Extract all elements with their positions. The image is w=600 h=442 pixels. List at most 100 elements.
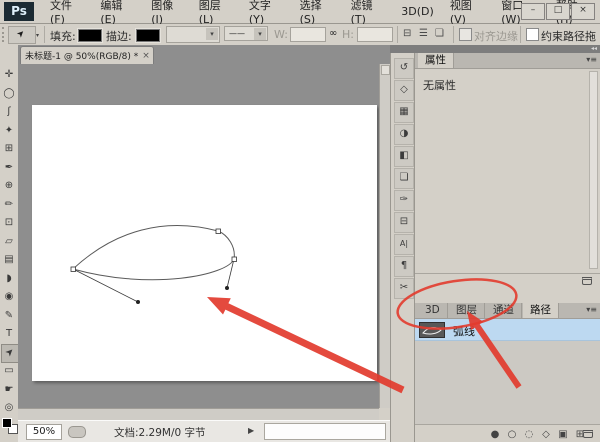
path-operations-icon[interactable]: ⊟ (403, 28, 411, 39)
panel-collapse-header[interactable]: ◂◂ (390, 45, 600, 53)
anchor-point[interactable] (70, 266, 76, 272)
status-flyout-arrow-icon[interactable]: ▶ (248, 426, 254, 435)
menu-image[interactable]: 图像(I) (143, 0, 190, 26)
height-input[interactable] (357, 27, 393, 42)
menu-type[interactable]: 文字(Y) (241, 0, 292, 26)
document-tab-title: 未标题-1 @ 50%(RGB/8) * (25, 52, 139, 62)
menu-3d[interactable]: 3D(D) (393, 5, 442, 18)
window-controls: – □ × (521, 3, 595, 20)
menu-file[interactable]: 文件(F) (42, 0, 92, 26)
zoom-level-field[interactable]: 50% (26, 424, 62, 440)
dodge-tool[interactable]: ◉ (1, 288, 17, 305)
properties-scrollbar[interactable] (589, 71, 598, 269)
menu-view[interactable]: 视图(V) (442, 0, 493, 26)
make-path-icon[interactable]: ◇ (539, 428, 553, 441)
current-tool-icon[interactable]: ➤ (8, 26, 36, 44)
menu-filter[interactable]: 滤镜(T) (343, 0, 394, 26)
path-list-item-selected[interactable]: 弧线 (415, 319, 600, 341)
paths-panel: 3D 图层 通道 路径 ▾≡ 弧线 ● ○ ◌ ◇ ▣ ⊞ (415, 303, 600, 442)
clone-source-panel-icon[interactable]: ⊟ (394, 212, 414, 233)
tab-paths[interactable]: 路径 (523, 303, 559, 318)
color-panel-icon[interactable]: ◑ (394, 124, 414, 145)
tab-3d[interactable]: 3D (418, 303, 448, 318)
menu-select[interactable]: 选择(S) (292, 0, 343, 26)
delete-path-icon[interactable] (583, 430, 593, 438)
adjustments-panel-icon[interactable]: ◧ (394, 146, 414, 167)
quick-selection-tool[interactable]: ✦ (1, 122, 17, 139)
pen-path-shape[interactable] (32, 105, 377, 381)
align-edges-checkbox[interactable] (459, 28, 472, 41)
height-label: H: (342, 28, 354, 41)
paragraph-panel-icon[interactable]: ¶ (394, 256, 414, 277)
stroke-swatch[interactable] (136, 29, 160, 42)
path-alignment-icon[interactable]: ☰ (419, 28, 428, 39)
eraser-tool[interactable]: ▱ (1, 233, 17, 250)
move-tool[interactable]: ✛ (1, 66, 17, 83)
hand-tool[interactable]: ☛ (1, 381, 17, 398)
control-handle-point[interactable] (136, 300, 140, 304)
zoom-tool[interactable]: ◎ (1, 399, 17, 416)
status-extra-field (264, 423, 386, 440)
clone-stamp-tool[interactable]: ⊡ (1, 214, 17, 231)
properties-panel-menu-icon[interactable]: ▾≡ (586, 55, 597, 64)
history-panel-icon[interactable]: ↺ (394, 58, 414, 79)
tool-preset-arrow-icon[interactable]: ▾ (36, 32, 39, 39)
character-panel-icon[interactable]: A| (394, 234, 414, 255)
path-selection-tool[interactable]: ➤ (1, 344, 19, 363)
styles-panel-icon[interactable]: ❏ (394, 168, 414, 189)
constrain-path-checkbox[interactable] (526, 28, 539, 41)
canvas-vertical-scrollbar[interactable] (379, 64, 390, 408)
eyedropper-tool[interactable]: ✒ (1, 159, 17, 176)
document-tab[interactable]: 未标题-1 @ 50%(RGB/8) * × (20, 46, 154, 64)
menu-edit[interactable]: 编辑(E) (92, 0, 143, 26)
paths-empty-area[interactable] (415, 341, 600, 424)
anchor-point[interactable] (231, 256, 237, 262)
stroke-width-dropdown[interactable]: ▾ (166, 26, 220, 43)
stroke-path-icon[interactable]: ○ (505, 428, 519, 441)
blur-tool[interactable]: ◗ (1, 270, 17, 287)
marquee-tool[interactable]: ◯ (1, 85, 17, 102)
control-handle-point[interactable] (225, 286, 229, 290)
menu-layer[interactable]: 图层(L) (191, 0, 241, 26)
brush-tool[interactable]: ✏ (1, 196, 17, 213)
load-selection-icon[interactable]: ◌ (522, 428, 536, 441)
properties-panel-content: 无属性 (415, 69, 600, 273)
3d-panel-icon[interactable]: ◇ (394, 80, 414, 101)
path-arrangement-icon[interactable]: ❏ (435, 28, 444, 39)
foreground-color-swatch[interactable] (2, 418, 12, 428)
pen-tool[interactable]: ✎ (1, 307, 17, 324)
tab-properties[interactable]: 属性 (418, 53, 454, 68)
fill-swatch[interactable] (78, 29, 102, 42)
type-tool[interactable]: T (1, 325, 17, 342)
link-dimensions-icon[interactable]: ∞ (329, 28, 337, 39)
stroke-style-dropdown[interactable]: —— ▾ (224, 26, 268, 41)
tab-channels[interactable]: 通道 (486, 303, 522, 318)
path-thumbnail[interactable] (419, 322, 445, 338)
close-button[interactable]: × (571, 3, 595, 20)
foreground-background-swatches[interactable] (2, 418, 18, 436)
path-name[interactable]: 弧线 (453, 323, 475, 339)
right-panel-column: 属性 ▾≡ 无属性 3D 图层 通道 路径 ▾≡ 弧线 ● ○ ◌ ◇ ▣ ⊞ (415, 53, 600, 442)
add-mask-icon[interactable]: ▣ (556, 428, 570, 441)
canvas-horizontal-scrollbar[interactable] (18, 408, 379, 420)
crop-tool[interactable]: ⊞ (1, 140, 17, 157)
paths-panel-menu-icon[interactable]: ▾≡ (586, 305, 597, 314)
document-size-info: 文档:2.29M/0 字节 (114, 427, 206, 439)
tool-presets-panel-icon[interactable]: ✂ (394, 278, 414, 299)
delete-icon[interactable] (582, 277, 592, 285)
minimize-button[interactable]: – (521, 3, 545, 20)
gradient-tool[interactable]: ▤ (1, 251, 17, 268)
fill-path-icon[interactable]: ● (488, 428, 502, 441)
swatches-panel-icon[interactable]: ▦ (394, 102, 414, 123)
maximize-button[interactable]: □ (546, 3, 570, 20)
brush-panel-icon[interactable]: ✑ (394, 190, 414, 211)
paths-tab-row: 3D 图层 通道 路径 ▾≡ (415, 303, 600, 319)
anchor-point[interactable] (215, 228, 221, 234)
document-tab-close-icon[interactable]: × (142, 51, 150, 61)
lasso-tool[interactable]: ʃ (1, 103, 17, 120)
status-bar: 50% 文档:2.29M/0 字节 ▶ (18, 420, 390, 442)
tab-layers[interactable]: 图层 (449, 303, 485, 318)
healing-brush-tool[interactable]: ⊕ (1, 177, 17, 194)
width-input[interactable] (290, 27, 326, 42)
rectangle-tool[interactable]: ▭ (1, 362, 17, 379)
